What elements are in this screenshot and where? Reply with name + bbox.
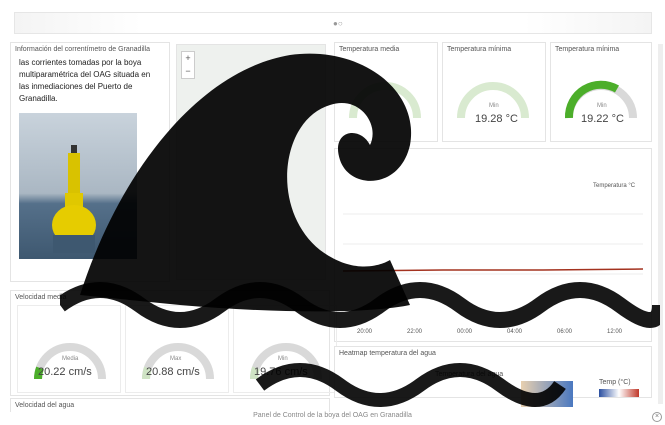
carousel-indicator[interactable]: ●○	[333, 19, 343, 28]
close-icon[interactable]: ×	[652, 412, 662, 422]
x-tick-label: 22:00	[407, 329, 423, 335]
info-panel-title: Información del correntímetro de Granadi…	[15, 46, 151, 53]
velocity-gauge-value: 19.76 cm/s	[254, 366, 308, 378]
temp-media-title: Temperatura media	[339, 46, 400, 53]
heatmap-subtitle: Temperatura del agua	[435, 371, 504, 378]
temp-minima2-label: Min	[597, 103, 607, 109]
scrollbar[interactable]	[658, 44, 663, 404]
heatmap-legend-bar	[599, 389, 639, 397]
temperature-chart-panel: Temperatura °C 20:00 22:00 00:00 04:00 06:00…	[334, 148, 652, 342]
temp-minima2-title: Temperatura mínima	[555, 46, 620, 53]
temp-media-panel: Temperatura media	[334, 42, 438, 142]
info-description: las corrientes tomadas por la boya multi…	[19, 58, 151, 103]
heatmap-legend-title: Temp (°C)	[599, 379, 631, 386]
velocidad-agua-panel: Velocidad del agua	[10, 398, 330, 412]
heatmap-cells	[521, 381, 573, 407]
footer-title: Panel de Control de la boya del OAG en G…	[253, 412, 412, 419]
temp-minima-label: Min	[489, 103, 499, 109]
temperature-series-line	[343, 268, 643, 272]
x-tick-label: 12:00	[607, 329, 623, 335]
x-tick-label: 00:00	[457, 329, 473, 335]
velocidad-media-title: Velocidad media	[15, 294, 67, 301]
heatmap-panel: Heatmap temperatura del agua Temperatura…	[334, 346, 652, 407]
top-carousel-bar: ●○	[14, 12, 652, 34]
temp-minima-title: Temperatura mínima	[447, 46, 512, 53]
velocity-gauge-label: Min	[278, 356, 288, 362]
temp-minima2-value: 19.22 °C	[581, 113, 624, 125]
velocidad-agua-title: Velocidad del agua	[15, 402, 75, 409]
map-panel[interactable]: + −	[176, 44, 326, 280]
velocity-gauge-value: 20.22 cm/s	[38, 366, 92, 378]
buoy-image	[52, 145, 96, 253]
velocity-gauge-value: 20.88 cm/s	[146, 366, 200, 378]
temp-media-gauge	[349, 82, 421, 119]
velocity-gauge: Media 20.22 cm/s	[17, 305, 121, 393]
temp-minima-panel: Temperatura mínima Min 19.28 °C	[442, 42, 546, 142]
velocity-gauge-label: Max	[170, 356, 182, 362]
zoom-control[interactable]: + −	[181, 51, 195, 79]
buoy-photo	[19, 113, 137, 259]
temp-minima2-panel: Temperatura mínima Min 19.22 °C	[550, 42, 652, 142]
temperature-chart	[343, 213, 643, 275]
velocity-gauge: Min 19.76 cm/s	[233, 305, 337, 393]
velocity-gauge-label: Media	[62, 356, 79, 362]
velocidad-media-panel: Velocidad media Media 20.22 cm/s Max 20.88 …	[10, 290, 337, 396]
velocity-gauge: Max 20.88 cm/s	[125, 305, 229, 393]
x-tick-label: 20:00	[357, 329, 373, 335]
heatmap-title: Heatmap temperatura del agua	[339, 350, 436, 357]
x-tick-label: 06:00	[557, 329, 573, 335]
x-tick-label: 04:00	[507, 329, 523, 335]
info-panel: Información del correntímetro de Granadi…	[10, 42, 170, 282]
temp-minima-value: 19.28 °C	[475, 113, 518, 125]
